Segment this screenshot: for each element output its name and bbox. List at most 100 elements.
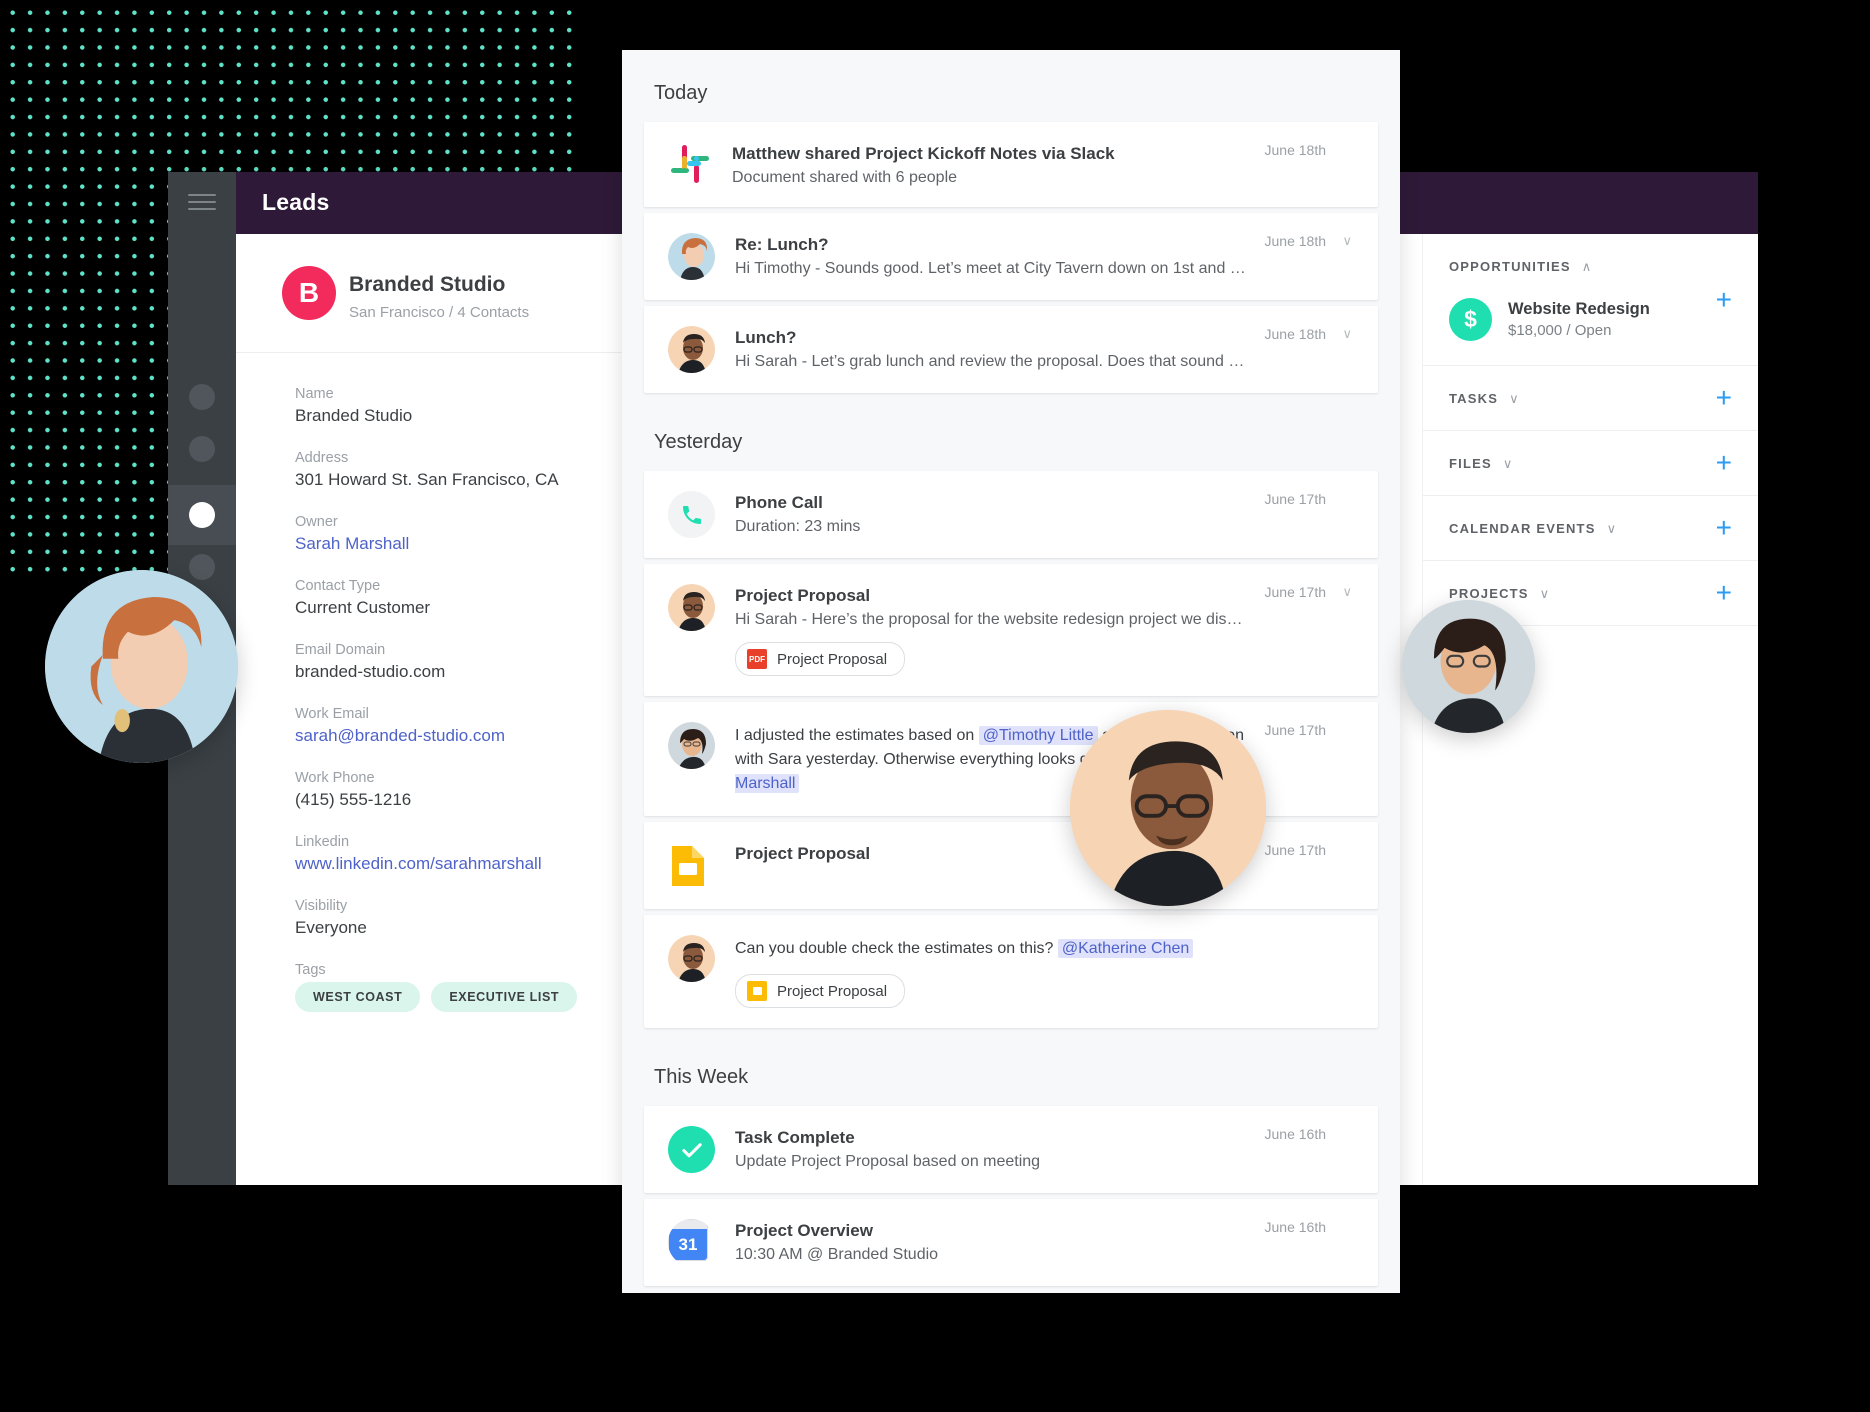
portrait-bubble-marcus bbox=[1070, 710, 1266, 906]
attachment-chip[interactable]: PDF Project Proposal bbox=[735, 642, 906, 676]
avatar-marcus bbox=[668, 584, 715, 631]
activity-card[interactable]: Lunch? Hi Sarah - Let’s grab lunch and re… bbox=[644, 306, 1378, 393]
card-title: Task Complete bbox=[735, 1128, 855, 1147]
card-content: Matthew shared Project Kickoff Notes via… bbox=[732, 142, 1356, 187]
lead-detail-panel: B Branded Studio San Francisco / 4 Conta… bbox=[236, 234, 630, 1185]
panel-section-files: FILES ∨ + bbox=[1423, 431, 1758, 496]
field-value[interactable]: Sarah Marshall bbox=[295, 534, 630, 554]
attachment-chip[interactable]: Project Proposal bbox=[735, 974, 906, 1008]
chevron-down-icon[interactable]: ∨ bbox=[1342, 326, 1352, 342]
sidebar-item-nav-dot-1[interactable] bbox=[189, 384, 215, 410]
portrait-center-illustration bbox=[1070, 710, 1266, 906]
card-date: June 17th bbox=[1264, 842, 1327, 858]
field-value[interactable]: www.linkedin.com/sarahmarshall bbox=[295, 854, 630, 874]
card-subtitle: Hi Timothy - Sounds good. Let’s meet at … bbox=[735, 260, 1246, 277]
chevron-up-icon[interactable]: ∧ bbox=[1582, 260, 1592, 273]
field-value[interactable]: sarah@branded-studio.com bbox=[295, 726, 630, 746]
chevron-down-icon[interactable]: ∨ bbox=[1607, 522, 1617, 535]
lead-field-linkedin: Linkedin www.linkedin.com/sarahmarshall bbox=[295, 834, 630, 874]
google-calendar-icon: 31 bbox=[668, 1219, 715, 1266]
chevron-down-icon[interactable]: ∨ bbox=[1509, 392, 1519, 405]
card-date: June 17th bbox=[1264, 584, 1327, 600]
sidebar-item-nav-dot-3-active[interactable] bbox=[189, 502, 215, 528]
attachment-label: Project Proposal bbox=[777, 982, 888, 1000]
sidebar-item-nav-dot-4[interactable] bbox=[189, 554, 215, 580]
chevron-down-icon[interactable]: ∨ bbox=[1342, 233, 1352, 249]
card-date: June 18th bbox=[1264, 233, 1327, 249]
chevron-down-icon[interactable]: ∨ bbox=[1503, 457, 1513, 470]
field-label: Address bbox=[295, 450, 349, 466]
activity-card[interactable]: Can you double check the estimates on th… bbox=[644, 915, 1378, 1028]
field-label: Linkedin bbox=[295, 834, 350, 850]
activity-card[interactable]: Matthew shared Project Kickoff Notes via… bbox=[644, 122, 1378, 207]
add-button[interactable]: + bbox=[1716, 514, 1732, 542]
message-line: Can you double check the estimates on th… bbox=[735, 937, 1246, 961]
field-value: Current Customer bbox=[295, 598, 431, 617]
opportunity-name: Website Redesign bbox=[1508, 300, 1650, 318]
activity-card[interactable]: Re: Lunch? Hi Timothy - Sounds good. Let’… bbox=[644, 213, 1378, 300]
activity-card[interactable]: Task Complete Update Project Proposal bas… bbox=[644, 1106, 1378, 1193]
section-title: TASKS bbox=[1449, 390, 1499, 406]
card-title: Phone Call bbox=[735, 493, 823, 512]
add-button[interactable]: + bbox=[1716, 285, 1732, 314]
portrait-bubble-sarah bbox=[45, 570, 238, 763]
lead-field-email-domain: Email Domain branded-studio.com bbox=[295, 642, 630, 682]
card-content: Project Proposal Hi Sarah - Here’s the pr… bbox=[735, 584, 1356, 676]
chevron-down-icon[interactable]: ∨ bbox=[1342, 584, 1352, 600]
field-label: Owner bbox=[295, 514, 338, 530]
lead-field-contact-type: Contact Type Current Customer bbox=[295, 578, 630, 618]
section-header[interactable]: OPPORTUNITIES ∧ bbox=[1449, 234, 1732, 298]
pdf-icon: PDF bbox=[747, 649, 767, 669]
status-badge[interactable]: EXECUTIVE LIST bbox=[431, 982, 578, 1012]
card-date: June 18th bbox=[1264, 142, 1327, 158]
sidebar-item-nav-dot-2[interactable] bbox=[189, 436, 215, 462]
check-circle-icon bbox=[668, 1126, 715, 1173]
section-title: FILES bbox=[1449, 455, 1492, 471]
mention-tag[interactable]: @Timothy Little bbox=[978, 726, 1098, 745]
activity-feed-panel[interactable]: Today Matthew shared Project Kickoff Note… bbox=[622, 50, 1400, 1293]
card-date: June 16th bbox=[1264, 1126, 1327, 1142]
field-value: Branded Studio bbox=[295, 406, 413, 425]
lead-field-tags: Tags WEST COAST EXECUTIVE LIST bbox=[295, 962, 630, 1012]
add-button[interactable]: + bbox=[1716, 579, 1732, 607]
activity-card[interactable]: Project Proposal Hi Sarah - Here’s the pr… bbox=[644, 564, 1378, 696]
card-content: Can you double check the estimates on th… bbox=[735, 935, 1356, 1008]
lead-field-list: Name Branded Studio Address 301 Howard St. … bbox=[236, 353, 630, 1012]
field-value: Everyone bbox=[295, 918, 367, 937]
opportunity-row[interactable]: $ Website Redesign $18,000 / Open bbox=[1449, 298, 1732, 365]
lead-header: B Branded Studio San Francisco / 4 Conta… bbox=[236, 234, 630, 353]
activity-card[interactable]: I adjusted the estimates based on @Timot… bbox=[644, 702, 1378, 816]
dollar-icon: $ bbox=[1449, 298, 1492, 341]
mention-tag[interactable]: @Katherine Chen bbox=[1057, 939, 1194, 958]
chevron-down-icon[interactable]: ∨ bbox=[1540, 587, 1550, 600]
slack-icon bbox=[668, 142, 712, 186]
add-button[interactable]: + bbox=[1716, 384, 1732, 412]
avatar-sarah bbox=[668, 233, 715, 280]
field-value: (415) 555-1216 bbox=[295, 790, 412, 809]
add-button[interactable]: + bbox=[1716, 449, 1732, 477]
avatar-marcus bbox=[668, 326, 715, 373]
hamburger-icon[interactable] bbox=[188, 194, 216, 212]
avatar-marcus bbox=[668, 935, 715, 982]
activity-card[interactable]: Project Proposal June 17th bbox=[644, 822, 1378, 909]
activity-card[interactable]: 31 Project Overview 10:30 AM @ Branded Stu… bbox=[644, 1199, 1378, 1286]
section-header[interactable]: CALENDAR EVENTS ∨ bbox=[1449, 496, 1732, 560]
card-content: Project Proposal bbox=[735, 842, 1356, 889]
panel-section-calendar-events: CALENDAR EVENTS ∨ + bbox=[1423, 496, 1758, 561]
card-date: June 17th bbox=[1264, 491, 1327, 507]
activity-card[interactable]: Phone Call Duration: 23 mins June 17th bbox=[644, 471, 1378, 558]
lead-field-work-phone: Work Phone (415) 555-1216 bbox=[295, 770, 630, 810]
portrait-left-illustration bbox=[45, 570, 238, 763]
status-badge[interactable]: WEST COAST bbox=[295, 982, 421, 1012]
section-title: PROJECTS bbox=[1449, 585, 1529, 601]
slides-icon bbox=[747, 981, 767, 1001]
card-date: June 18th bbox=[1264, 326, 1327, 342]
section-header[interactable]: FILES ∨ bbox=[1449, 431, 1732, 495]
section-header[interactable]: TASKS ∨ bbox=[1449, 366, 1732, 430]
section-title: CALENDAR EVENTS bbox=[1449, 520, 1596, 536]
panel-section-tasks: TASKS ∨ + bbox=[1423, 366, 1758, 431]
card-date: June 16th bbox=[1264, 1219, 1327, 1235]
feed-group-title: Yesterday bbox=[654, 431, 743, 453]
field-label: Visibility bbox=[295, 898, 348, 914]
portrait-bubble-katherine bbox=[1402, 600, 1535, 733]
